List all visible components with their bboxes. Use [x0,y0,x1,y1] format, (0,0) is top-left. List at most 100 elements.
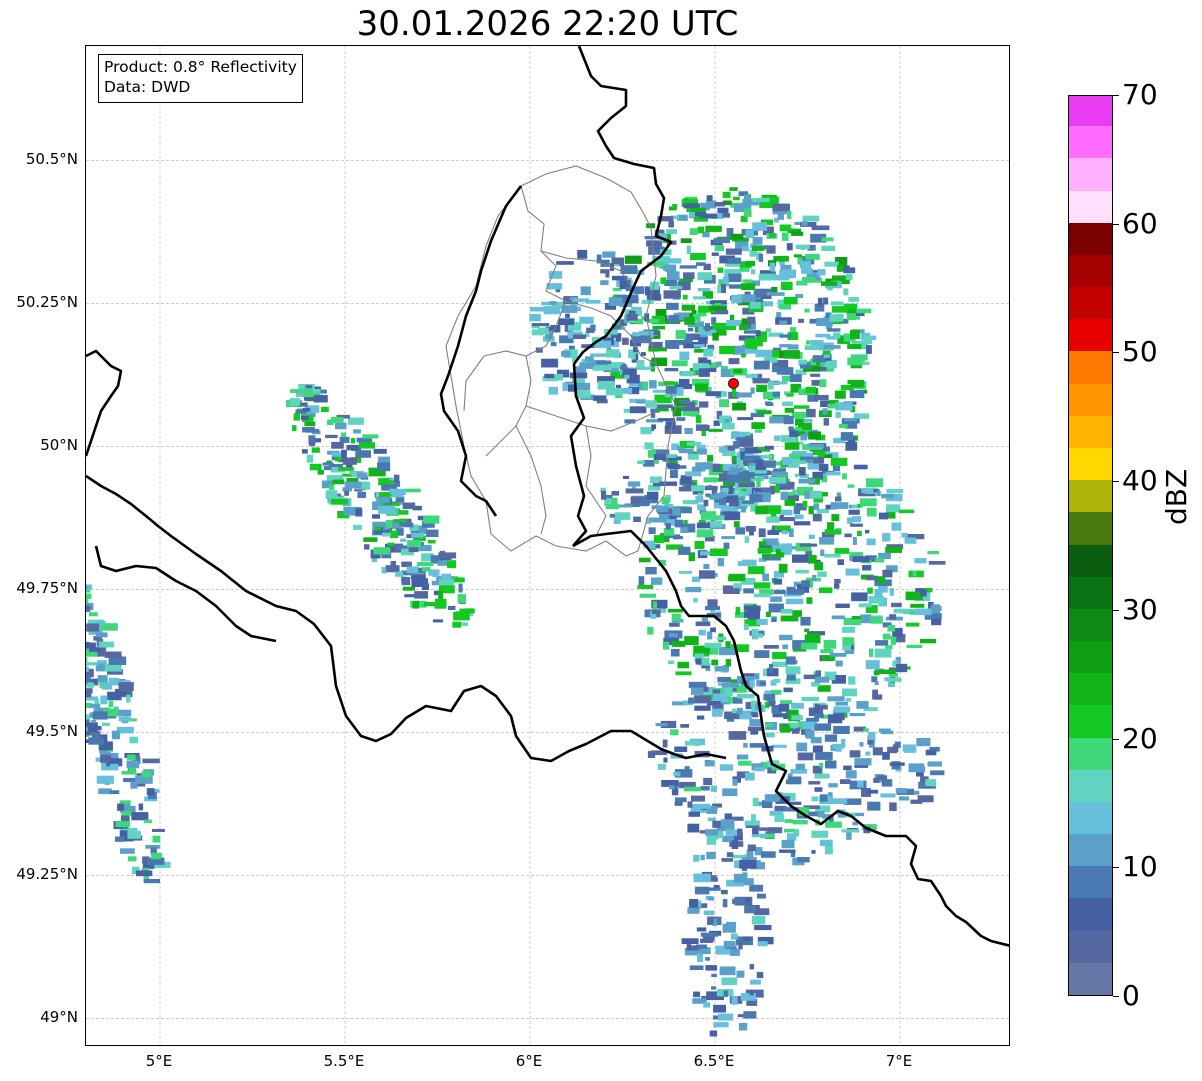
radar-echo-pixel [86,593,92,599]
radar-echo-pixel [687,907,700,914]
radar-echo-pixel [652,325,665,330]
radar-echo-pixel [910,799,923,804]
radar-echo-pixel [890,636,897,645]
radar-echo-pixel [668,633,678,638]
radar-echo-pixel [830,652,847,657]
radar-echo-pixel [686,944,692,951]
radar-echo-pixel [865,529,870,534]
colorbar [1068,95,1113,996]
radar-echo-pixel [806,597,813,604]
radar-echo-pixel [638,576,645,585]
radar-echo-pixel [744,260,756,267]
radar-echo-pixel [693,296,706,300]
radar-map [85,45,1010,1046]
radar-echo-pixel [698,629,706,636]
radar-echo-pixel [787,344,799,350]
radar-echo-pixel [138,803,144,811]
radar-echo-pixel [730,933,738,940]
radar-echo-pixel [763,557,781,561]
radar-echo-pixel [735,527,745,535]
radar-echo-pixel [654,243,660,251]
radar-echo-pixel [395,545,409,549]
radar-echo-pixel [712,322,726,330]
radar-echo-pixel [849,750,861,758]
radar-echo-pixel [795,763,805,770]
radar-echo-pixel [615,512,631,520]
radar-echo-pixel [331,441,344,449]
radar-echo-pixel [126,760,140,769]
radar-echo-pixel [645,400,658,408]
radar-echo-pixel [364,544,370,550]
radar-echo-pixel [762,573,769,581]
map-canvas [86,46,1009,1045]
radar-echo-pixel [876,490,881,496]
radar-echo-pixel [848,676,856,685]
radar-echo-pixel [406,566,419,574]
radar-echo-pixel [651,609,660,614]
radar-echo-pixel [857,780,864,788]
radar-echo-pixel [728,573,746,582]
radar-echo-pixel [928,561,946,565]
radar-echo-pixel [696,715,705,720]
radar-echo-pixel [849,713,866,717]
radar-echo-pixel [859,742,864,747]
radar-echo-pixel [734,873,744,883]
radar-echo-pixel [457,594,466,604]
radar-echo-pixel [780,543,793,553]
radar-echo-pixel [407,540,422,548]
radar-echo-pixel [665,523,671,530]
radar-echo-pixel [831,306,849,313]
radar-echo-pixel [306,454,314,463]
radar-echo-pixel [832,798,848,804]
radar-echo-pixel [118,682,134,692]
radar-echo-pixel [100,754,111,763]
radar-echo-pixel [674,801,683,806]
radar-echo-pixel [652,601,657,610]
radar-echo-pixel [751,269,756,275]
radar-echo-pixel [712,689,721,694]
radar-echo-pixel [847,484,855,488]
radar-echo-pixel [714,492,727,498]
radar-echo-pixel [795,244,810,249]
radar-echo-pixel [768,233,776,238]
radar-echo-pixel [781,839,795,849]
radar-echo-pixel [889,588,894,596]
radar-echo-pixel [629,406,647,414]
radar-echo-pixel [679,570,692,574]
radar-echo-pixel [801,642,818,650]
radar-echo-pixel [827,696,845,702]
radar-echo-pixel [743,936,751,941]
radar-echo-pixel [797,752,814,761]
radar-echo-pixel [458,583,463,593]
radar-echo-pixel [669,469,678,478]
radar-echo-pixel [772,713,788,718]
radar-echo-pixel [723,940,736,948]
radar-echo-pixel [146,788,155,796]
radar-echo-pixel [819,794,828,802]
radar-echo-pixel [726,921,736,928]
radar-echo-pixel [800,616,811,626]
radar-echo-pixel [781,232,789,241]
radar-echo-pixel [754,767,765,772]
radar-echo-pixel [881,779,893,787]
radar-echo-pixel [664,258,682,264]
radar-echo-pixel [786,393,794,397]
colorbar-segment [1069,286,1112,320]
radar-echo-pixel [927,551,939,555]
radar-echo-pixel [708,916,714,925]
radar-echo-pixel [699,570,715,579]
radar-echo-pixel [709,1030,718,1037]
radar-echo-pixel [653,483,662,487]
radar-echo-pixel [731,996,738,1005]
radar-echo-pixel [694,541,705,549]
radar-echo-pixel [785,666,801,675]
radar-echo-pixel [802,422,812,431]
radar-echo-pixel [700,786,710,791]
radar-echo-pixel [885,645,893,649]
radar-echo-pixel [703,499,709,507]
radar-echo-pixel [744,605,761,611]
radar-echo-pixel [651,505,663,509]
radar-echo-pixel [87,723,98,732]
radar-echo-pixel [737,828,743,836]
radar-echo-pixel [761,295,772,299]
